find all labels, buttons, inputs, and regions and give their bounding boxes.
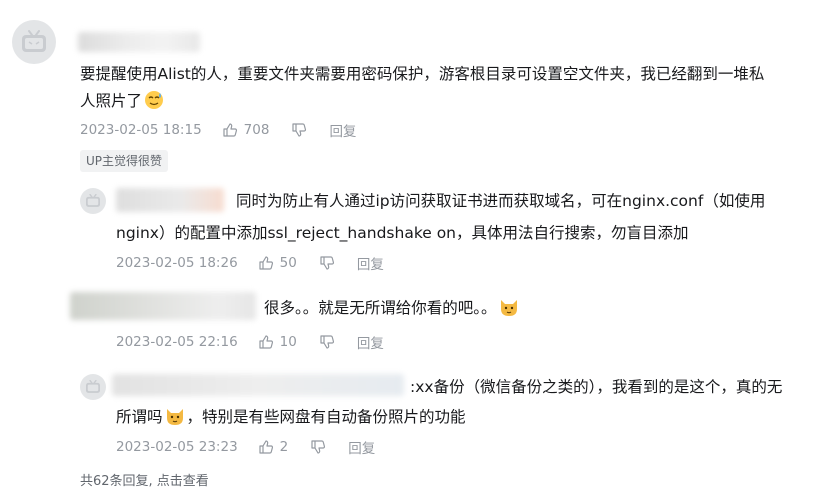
timestamp: 2023-02-05 22:16 xyxy=(116,334,238,350)
reply-text: :xx备份（微信备份之类的），我看到的是这个，真的无 xyxy=(410,378,783,396)
reply-meta: 2023-02-05 23:23 2 回复 xyxy=(116,437,375,457)
reply-text: 同时为防止有人通过ip访问获取证书进而获取域名，可在nginx.conf（如使用 xyxy=(236,192,766,210)
username-blurred[interactable] xyxy=(78,32,200,52)
reply-button[interactable]: 回复 xyxy=(348,437,375,457)
reply-button[interactable]: 回复 xyxy=(357,253,384,273)
thumbs-down-icon xyxy=(320,335,334,349)
sweat-emoji-icon xyxy=(145,91,164,109)
cat-emoji-icon xyxy=(166,409,183,425)
like-count: 708 xyxy=(243,122,270,138)
comment-text: 要提醒使用Alist的人，重要文件夹需要用密码保护，游客根目录可设置空文件夹，我… xyxy=(80,65,765,83)
reply-text: 很多。。就是无所谓给你看的吧。。 xyxy=(264,293,521,323)
comment-meta: 2023-02-05 18:15 708 回复 xyxy=(80,120,356,140)
dislike-button[interactable] xyxy=(291,122,307,138)
timestamp: 2023-02-05 23:23 xyxy=(116,439,238,455)
thumbs-up-icon xyxy=(259,256,273,270)
reply-avatar[interactable] xyxy=(80,374,106,400)
reply-username-blurred[interactable] xyxy=(116,188,224,212)
thumbs-down-icon xyxy=(320,256,334,270)
comment-text-line2: 人照片了 xyxy=(80,86,166,116)
timestamp: 2023-02-05 18:15 xyxy=(80,122,202,138)
timestamp: 2023-02-05 18:26 xyxy=(116,255,238,271)
like-button[interactable]: 10 xyxy=(258,334,297,350)
reply-meta: 2023-02-05 22:16 10 回复 xyxy=(116,332,384,352)
like-button[interactable]: 708 xyxy=(222,122,270,138)
like-button[interactable]: 2 xyxy=(258,439,289,455)
reply-meta: 2023-02-05 18:26 50 回复 xyxy=(116,253,384,273)
tv-icon xyxy=(86,380,100,393)
reply-button[interactable]: 回复 xyxy=(329,120,356,140)
thumbs-up-icon xyxy=(259,335,273,349)
thumbs-down-icon xyxy=(311,440,326,454)
thumbs-up-icon xyxy=(259,440,273,454)
dislike-button[interactable] xyxy=(319,334,335,350)
tv-icon xyxy=(22,30,46,52)
like-count: 2 xyxy=(279,439,289,455)
thumbs-up-icon xyxy=(223,123,237,137)
like-count: 50 xyxy=(279,255,297,271)
cat-emoji-icon xyxy=(500,300,517,316)
reply-text-line2: nginx）的配置中添加ssl_reject_handshake on，具体用法… xyxy=(116,224,689,242)
tv-icon xyxy=(86,194,100,207)
thumbs-down-icon xyxy=(292,123,307,137)
dislike-button[interactable] xyxy=(310,439,326,455)
reply-button[interactable]: 回复 xyxy=(357,332,384,352)
reply-username-blurred[interactable] xyxy=(112,374,404,396)
dislike-button[interactable] xyxy=(319,255,335,271)
reply-text-line2: 所谓吗 ，特别是有些网盘有自动备份照片的功能 xyxy=(116,408,466,426)
like-count: 10 xyxy=(279,334,297,350)
avatar[interactable] xyxy=(12,20,56,64)
view-more-replies-link[interactable]: 共62条回复, 点击查看 xyxy=(80,470,209,489)
reply-username-blurred[interactable] xyxy=(70,292,256,320)
like-button[interactable]: 50 xyxy=(258,255,297,271)
reply-avatar[interactable] xyxy=(80,188,106,214)
up-liked-badge: UP主觉得很赞 xyxy=(80,150,169,172)
